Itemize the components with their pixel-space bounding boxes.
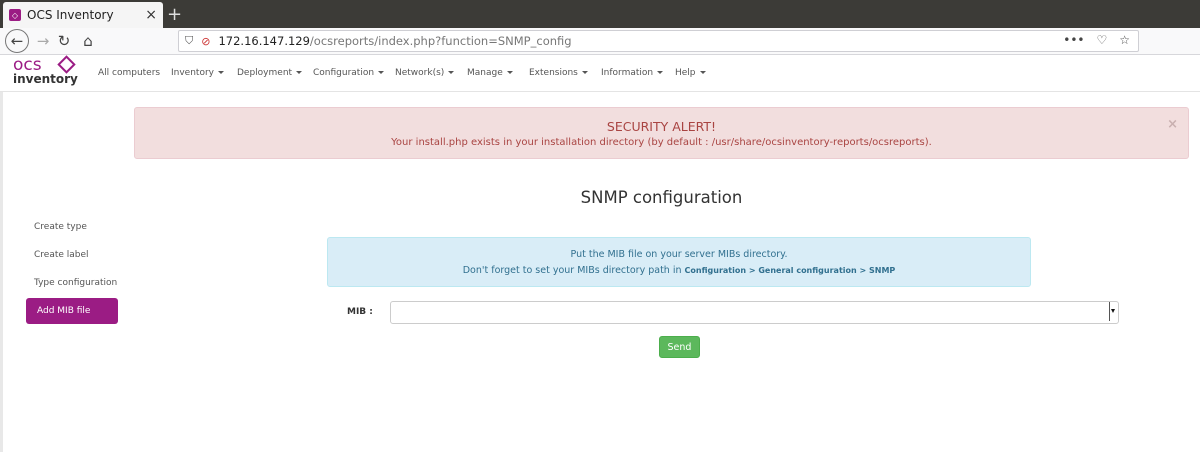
url-bar[interactable]: ⛉ ⊘ 172.16.147.129/ocsreports/index.php?… [178,30,1139,52]
info-line-2-prefix: Don't forget to set your MIBs directory … [462,265,685,276]
insecure-lock-icon[interactable]: ⊘ [201,35,210,48]
ocs-favicon-icon: ◇ [9,9,21,21]
shield-icon: ⛉ [185,34,194,47]
sidebar-item-create-label[interactable]: Create label [34,250,89,260]
mib-file-input[interactable] [390,301,1119,324]
logo-inventory-text: inventory [13,72,78,86]
caret-down-icon [699,71,706,74]
url-host: 172.16.147.129 [218,34,310,48]
caret-down-icon [296,71,303,74]
alert-text: Your install.php exists in your installa… [391,137,932,148]
home-icon[interactable]: ⌂ [78,30,98,52]
menu-manage[interactable]: Manage [467,68,513,78]
send-button[interactable]: Send [659,336,700,358]
menu-deployment[interactable]: Deployment [237,68,303,78]
caret-down-icon [506,71,513,74]
new-tab-button[interactable]: + [167,4,182,25]
menu-configuration[interactable]: Configuration [313,68,385,78]
close-icon[interactable]: × [1167,117,1178,132]
caret-down-icon [218,71,224,74]
reload-icon[interactable]: ↻ [54,30,74,52]
alert-title: SECURITY ALERT! [606,119,717,134]
menu-inventory[interactable]: Inventory [171,68,224,78]
mib-dropdown-icon[interactable] [1109,302,1117,321]
url-path: /ocsreports/index.php?function=SNMP_conf… [309,34,572,48]
info-line-1: Put the MIB file on your server MIBs dir… [570,249,788,260]
ocs-logo[interactable]: ocs inventory [13,55,79,89]
info-box: Put the MIB file on your server MIBs dir… [327,237,1031,287]
caret-down-icon [378,71,385,74]
browser-navbar: ← → ↻ ⌂ ⛉ ⊘ 172.16.147.129/ocsreports/in… [0,28,1200,55]
info-config-path: Configuration > General configuration > … [684,266,896,275]
back-icon[interactable]: ← [5,29,29,53]
sidebar: Create type Create label Type configurat… [0,92,120,452]
menu-all-computers[interactable]: All computers [98,68,160,78]
menu-extensions[interactable]: Extensions [529,68,588,78]
mib-label: MIB : [347,307,373,317]
security-alert: SECURITY ALERT! Your install.php exists … [134,107,1189,159]
url-actions: ••• ♡ ☆ [1063,33,1130,47]
sidebar-item-type-configuration[interactable]: Type configuration [34,278,117,288]
pocket-icon[interactable]: ♡ [1096,33,1107,47]
caret-down-icon [448,71,455,74]
browser-tabstrip: ◇ OCS Inventory × + [0,0,1200,28]
forward-icon[interactable]: → [33,30,53,52]
sidebar-item-create-type[interactable]: Create type [34,222,87,232]
caret-down-icon [581,71,588,74]
tab-title: OCS Inventory [27,8,114,22]
tab-close-icon[interactable]: × [145,7,157,23]
sidebar-item-add-mib-file[interactable]: Add MIB file [26,298,118,324]
info-line-2: Don't forget to set your MIBs directory … [328,265,1030,276]
menu-information[interactable]: Information [601,68,664,78]
logo-diamond-icon [57,55,76,74]
page-title: SNMP configuration [580,188,743,207]
menu-help[interactable]: Help [675,68,706,78]
app-navbar: ocs inventory All computers Inventory De… [0,55,1200,92]
caret-down-icon [657,71,664,74]
browser-tab[interactable]: ◇ OCS Inventory × [3,2,163,28]
page-actions-icon[interactable]: ••• [1063,33,1084,47]
bookmark-star-icon[interactable]: ☆ [1119,33,1130,47]
menu-networks[interactable]: Network(s) [395,68,455,78]
